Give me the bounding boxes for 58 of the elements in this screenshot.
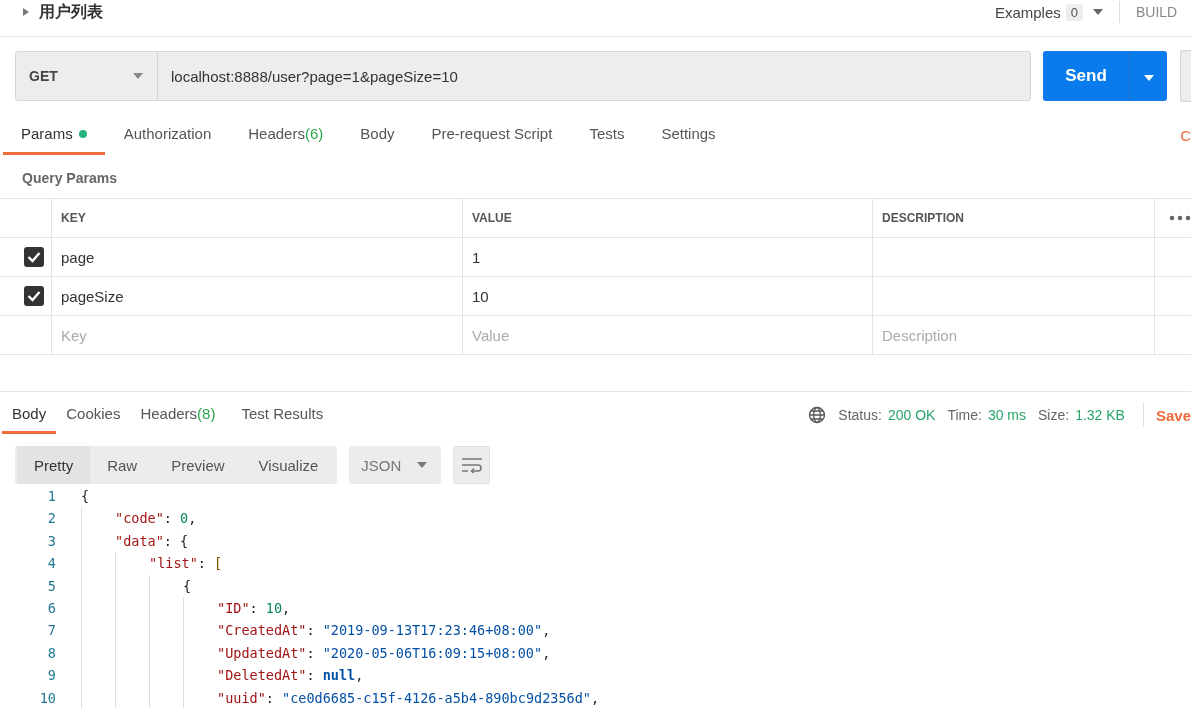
request-tab[interactable]: Headers(6) [230, 115, 342, 155]
param-input-field[interactable]: Value [472, 326, 622, 344]
view-mode-button[interactable]: Preview [154, 446, 242, 484]
code-line: "CreatedAt": "2019-09-13T17:23:46+08:00", [217, 621, 551, 641]
column-header: DESCRIPTION [882, 211, 964, 225]
request-tab[interactable]: Authorization [105, 115, 230, 155]
size-label: Size: [1038, 407, 1070, 423]
request-tab[interactable]: Params [3, 115, 105, 155]
request-tab[interactable]: Settings [643, 115, 734, 155]
param-value[interactable]: 1 [472, 248, 481, 266]
column-header: KEY [61, 211, 86, 225]
code-line: "ID": 10, [217, 598, 291, 618]
line-number: 9 [46, 666, 57, 686]
param-key[interactable]: pageSize [61, 287, 124, 305]
line-number: 4 [46, 554, 57, 574]
response-tab[interactable]: Cookies [56, 396, 131, 434]
status-value: 200 OK [887, 407, 936, 423]
build-label[interactable]: BUILD [1136, 4, 1191, 20]
code-line: "list": [ [149, 554, 223, 574]
response-tab[interactable]: Test Results [225, 396, 334, 434]
size-value: 1.32 KB [1075, 407, 1125, 423]
status-label: Status: [838, 407, 882, 423]
param-value[interactable]: 10 [472, 287, 489, 305]
code-line: "UpdatedAt": "2020-05-06T16:09:15+08:00", [217, 643, 551, 663]
time-label: Time: [947, 407, 982, 423]
line-number: 8 [46, 643, 57, 663]
time-value: 30 ms [987, 407, 1026, 423]
request-tab[interactable]: Body [342, 115, 413, 155]
line-number: 2 [46, 509, 57, 529]
format-select[interactable]: JSON [349, 446, 442, 484]
line-number: 5 [46, 576, 57, 596]
column-header: VALUE [472, 211, 512, 225]
line-number: 1 [46, 487, 57, 506]
line-number: 6 [46, 598, 57, 618]
code-line: "code": 0, [115, 509, 197, 529]
code-line: "uuid": "ce0d6685-c15f-4126-a5b4-890bc9d2356d", [217, 688, 600, 708]
request-tab[interactable]: Tests [571, 115, 643, 155]
response-tab[interactable]: Headers(8) [130, 396, 226, 434]
view-mode-button[interactable]: Pretty [17, 446, 91, 484]
param-input-field[interactable]: Description [882, 326, 1032, 344]
examples-count: 0 [1065, 3, 1083, 21]
request-title: 用户列表 [39, 1, 103, 22]
code-line: { [81, 487, 90, 506]
view-mode-button[interactable]: Raw [90, 446, 155, 484]
param-input-field[interactable]: Key [61, 326, 211, 344]
line-number: 10 [38, 688, 57, 708]
line-number: 3 [46, 531, 57, 551]
examples-label[interactable]: Examples [994, 3, 1061, 21]
view-mode-button[interactable]: Visualize [241, 446, 336, 484]
code-line: "data": { [115, 531, 189, 551]
section-title: Query Params [21, 169, 118, 188]
code-line: { [183, 576, 192, 596]
response-tab[interactable]: Body [2, 396, 57, 434]
request-tab[interactable]: Pre-request Script [413, 115, 571, 155]
code-line: "DeletedAt": null, [217, 666, 364, 686]
param-key[interactable]: page [61, 248, 95, 266]
line-number: 7 [46, 621, 57, 641]
send-button[interactable]: Send [1043, 51, 1130, 101]
